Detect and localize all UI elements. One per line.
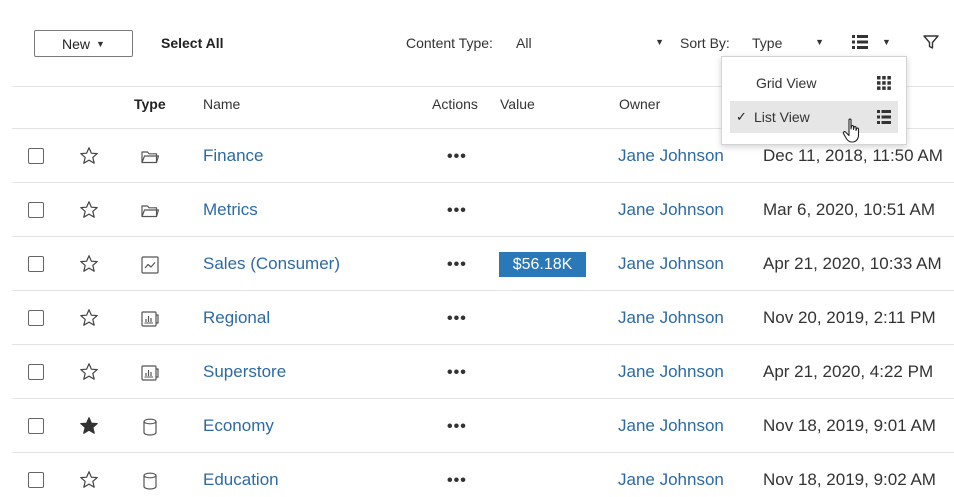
- list-icon: [877, 110, 891, 124]
- select-all-button[interactable]: Select All: [161, 35, 224, 51]
- modified-date: Nov 20, 2019, 2:11 PM: [763, 308, 936, 327]
- item-name-link[interactable]: Superstore: [203, 362, 286, 382]
- owner-link[interactable]: Jane Johnson: [618, 200, 724, 220]
- row-checkbox[interactable]: [28, 256, 44, 272]
- data-source-icon: [140, 417, 160, 437]
- owner-link[interactable]: Jane Johnson: [618, 146, 724, 166]
- star-icon[interactable]: [79, 470, 99, 490]
- filter-icon[interactable]: [922, 33, 940, 51]
- hand-cursor-icon: [842, 118, 860, 143]
- modified-date: Dec 11, 2018, 11:50 AM: [763, 146, 943, 165]
- item-name-link[interactable]: Regional: [203, 308, 270, 328]
- modified-date: Mar 6, 2020, 10:51 AM: [763, 200, 935, 219]
- table-row[interactable]: Superstore ••• Jane Johnson Apr 21, 2020, 4…: [12, 344, 954, 398]
- row-checkbox[interactable]: [28, 418, 44, 434]
- more-actions-button[interactable]: •••: [447, 364, 467, 382]
- folder-icon: [140, 201, 160, 221]
- item-name-link[interactable]: Economy: [203, 416, 274, 436]
- star-icon[interactable]: [79, 308, 99, 328]
- check-icon: ✓: [736, 109, 747, 124]
- star-icon[interactable]: [79, 362, 99, 382]
- list-icon: [852, 35, 868, 49]
- column-header-value[interactable]: Value: [500, 96, 535, 112]
- owner-link[interactable]: Jane Johnson: [618, 308, 724, 328]
- star-icon[interactable]: [79, 254, 99, 274]
- table-row[interactable]: Economy ••• Jane Johnson Nov 18, 2019, 9:01…: [12, 398, 954, 452]
- star-filled-icon[interactable]: [79, 416, 99, 436]
- new-button[interactable]: New ▼: [34, 30, 133, 57]
- metric-icon: [140, 255, 160, 275]
- more-actions-button[interactable]: •••: [447, 256, 467, 274]
- sort-by-value: Type: [752, 35, 783, 51]
- more-actions-button[interactable]: •••: [447, 202, 467, 220]
- item-name-link[interactable]: Metrics: [203, 200, 258, 220]
- modified-date: Apr 21, 2020, 4:22 PM: [763, 362, 934, 381]
- more-actions-button[interactable]: •••: [447, 310, 467, 328]
- star-icon[interactable]: [79, 200, 99, 220]
- more-actions-button[interactable]: •••: [447, 418, 467, 436]
- view-menu-item-label: Grid View: [756, 75, 817, 91]
- more-actions-button[interactable]: •••: [447, 148, 467, 166]
- modified-date: Nov 18, 2019, 9:01 AM: [763, 416, 936, 435]
- grid-icon: [877, 76, 891, 90]
- caret-down-icon: ▼: [882, 37, 891, 47]
- modified-date: Nov 18, 2019, 9:02 AM: [763, 470, 936, 489]
- new-button-label: New: [62, 35, 91, 52]
- owner-link[interactable]: Jane Johnson: [618, 254, 724, 274]
- caret-down-icon: ▼: [815, 37, 824, 47]
- view-menu: Grid View ✓ List View: [721, 56, 907, 145]
- owner-link[interactable]: Jane Johnson: [618, 470, 724, 490]
- item-name-link[interactable]: Sales (Consumer): [203, 254, 340, 274]
- workbook-icon: [140, 309, 160, 329]
- sort-by-select[interactable]: Type ▼: [752, 35, 824, 51]
- column-header-owner[interactable]: Owner: [619, 96, 660, 112]
- modified-date: Apr 21, 2020, 10:33 AM: [763, 254, 942, 273]
- view-menu-item-label: List View: [754, 109, 810, 125]
- table-row[interactable]: Metrics ••• Jane Johnson Mar 6, 2020, 10:51…: [12, 182, 954, 236]
- star-icon[interactable]: [79, 146, 99, 166]
- item-name-link[interactable]: Finance: [203, 146, 263, 166]
- row-checkbox[interactable]: [28, 310, 44, 326]
- content-type-value: All: [516, 35, 532, 51]
- row-checkbox[interactable]: [28, 202, 44, 218]
- data-source-icon: [140, 471, 160, 491]
- table-row[interactable]: Regional ••• Jane Johnson Nov 20, 2019, 2:1…: [12, 290, 954, 344]
- content-type-select[interactable]: All ▼: [516, 35, 664, 51]
- content-type-label: Content Type:: [406, 35, 493, 51]
- view-menu-item-list[interactable]: ✓ List View: [730, 101, 898, 133]
- workbook-icon: [140, 363, 160, 383]
- row-checkbox[interactable]: [28, 148, 44, 164]
- value-badge: $56.18K: [499, 252, 586, 277]
- more-actions-button[interactable]: •••: [447, 472, 467, 490]
- owner-link[interactable]: Jane Johnson: [618, 362, 724, 382]
- row-checkbox[interactable]: [28, 472, 44, 488]
- column-header-name[interactable]: Name: [203, 96, 240, 112]
- table-row[interactable]: Sales (Consumer) ••• $56.18K Jane Johnson Ap…: [12, 236, 954, 290]
- row-checkbox[interactable]: [28, 364, 44, 380]
- item-name-link[interactable]: Education: [203, 470, 279, 490]
- view-menu-item-grid[interactable]: Grid View: [730, 67, 898, 99]
- caret-down-icon: ▼: [96, 38, 105, 49]
- column-header-actions: Actions: [432, 96, 478, 112]
- owner-link[interactable]: Jane Johnson: [618, 416, 724, 436]
- caret-down-icon: ▼: [655, 37, 664, 47]
- view-toggle-button[interactable]: ▼: [852, 32, 902, 52]
- column-header-type[interactable]: Type: [134, 96, 166, 112]
- table-row[interactable]: Education ••• Jane Johnson Nov 18, 2019, 9:…: [12, 452, 954, 497]
- sort-by-label: Sort By:: [680, 35, 730, 51]
- folder-icon: [140, 147, 160, 167]
